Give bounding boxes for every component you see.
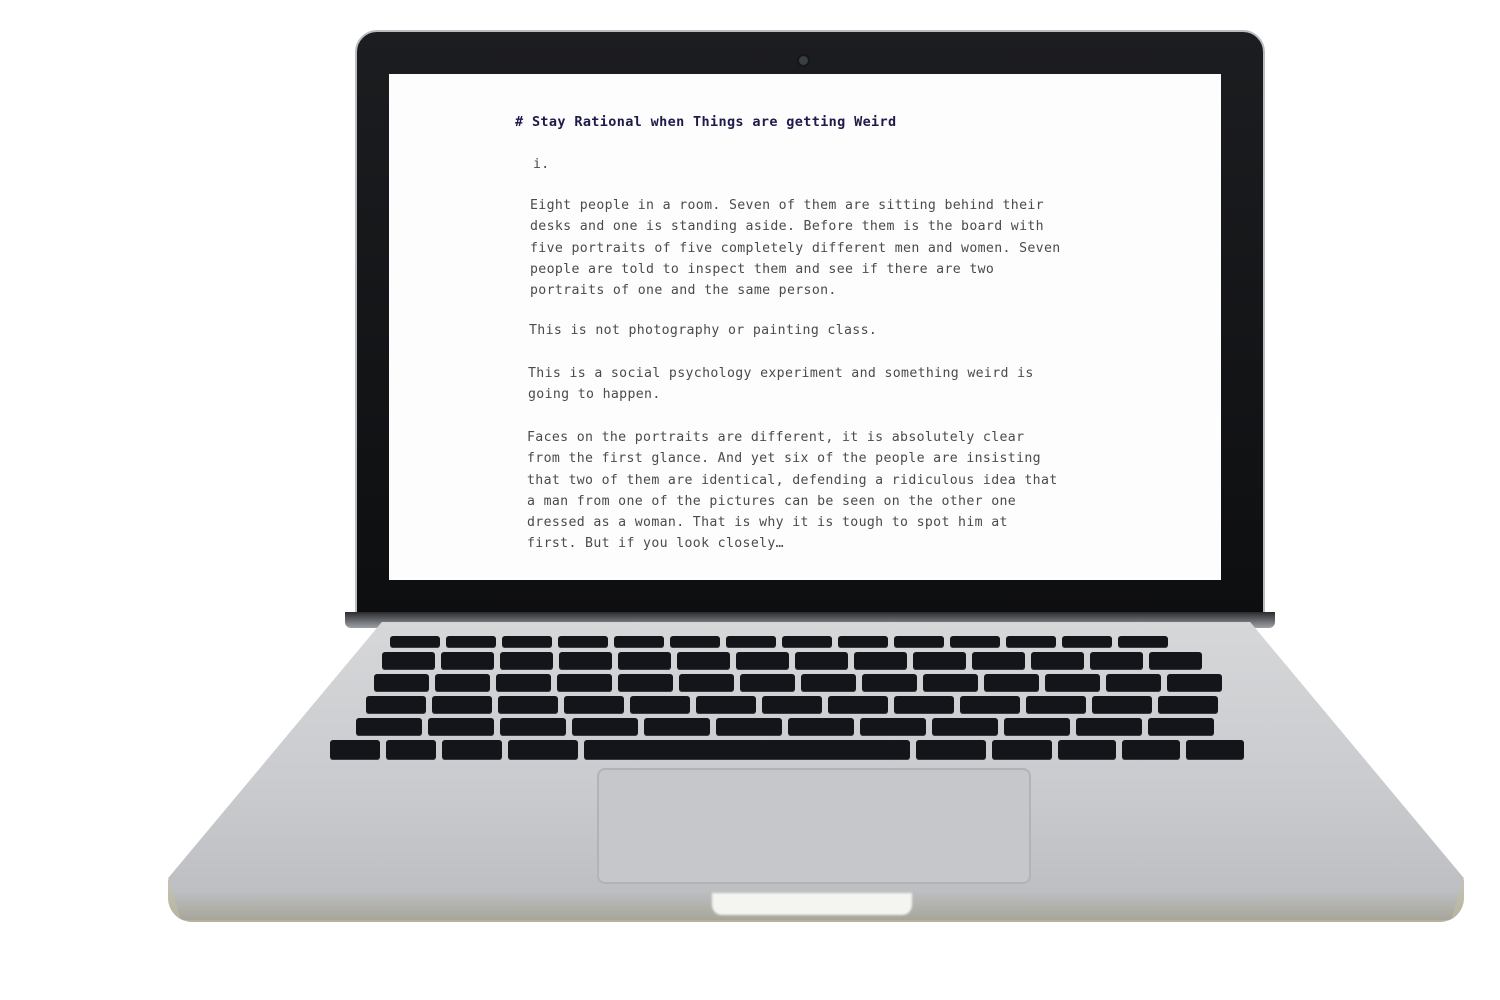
keyboard-key[interactable] [679,674,734,692]
keyboard-key[interactable] [950,636,1000,648]
keyboard-key[interactable] [1092,696,1152,714]
keyboard-key[interactable] [1045,674,1100,692]
keyboard-key[interactable] [500,718,566,736]
keyboard-key[interactable] [1062,636,1112,648]
keyboard-key[interactable] [795,652,848,670]
key-row [390,636,1168,648]
keyboard-key[interactable] [498,696,558,714]
trackpad[interactable] [597,768,1031,884]
keyboard-key[interactable] [670,636,720,648]
keyboard-key[interactable] [726,636,776,648]
keyboard-key[interactable] [894,636,944,648]
keyboard-key[interactable] [559,652,612,670]
keyboard-key[interactable] [696,696,756,714]
keyboard-key[interactable] [992,740,1052,760]
keyboard-key[interactable] [618,652,671,670]
keyboard-key[interactable] [1058,740,1116,760]
key-row [330,740,1244,760]
keyboard[interactable] [330,632,1292,760]
keyboard-key[interactable] [762,696,822,714]
keyboard-key[interactable] [1118,636,1168,648]
paragraph-1: Eight people in a room. Seven of them ar… [530,198,1061,299]
keyboard-key[interactable] [572,718,638,736]
keyboard-key[interactable] [386,740,436,760]
keyboard-key[interactable] [862,674,917,692]
keyboard-key[interactable] [1122,740,1180,760]
keyboard-key[interactable] [382,652,435,670]
keyboard-key[interactable] [1076,718,1142,736]
keyboard-key[interactable] [736,652,789,670]
keyboard-key[interactable] [782,636,832,648]
keyboard-key[interactable] [442,740,502,760]
keyboard-key[interactable] [1106,674,1161,692]
keyboard-key[interactable] [500,652,553,670]
key-row [382,652,1202,670]
keyboard-key[interactable] [1186,740,1244,760]
keyboard-key[interactable] [828,696,888,714]
paragraph-2: This is not photography or painting clas… [529,323,878,338]
keyboard-key[interactable] [618,674,673,692]
keyboard-key[interactable] [502,636,552,648]
key-row [366,696,1218,714]
keyboard-key[interactable] [740,674,795,692]
keyboard-key[interactable] [923,674,978,692]
keyboard-key[interactable] [916,740,986,760]
keyboard-key[interactable] [356,718,422,736]
keyboard-key[interactable] [677,652,730,670]
keyboard-key[interactable] [390,636,440,648]
keyboard-key[interactable] [932,718,998,736]
webcam-icon [799,56,808,65]
keyboard-key[interactable] [913,652,966,670]
keyboard-key[interactable] [614,636,664,648]
keyboard-key[interactable] [644,718,710,736]
keyboard-key[interactable] [374,674,429,692]
keyboard-key[interactable] [446,636,496,648]
keyboard-key[interactable] [564,696,624,714]
keyboard-key[interactable] [788,718,854,736]
keyboard-key[interactable] [441,652,494,670]
paragraph-3: This is a social psychology experiment a… [528,366,1034,403]
keyboard-key[interactable] [860,718,926,736]
keyboard-key[interactable] [508,740,578,760]
keyboard-key[interactable] [1006,636,1056,648]
document-title: # Stay Rational when Things are getting … [515,114,897,130]
keyboard-key[interactable] [838,636,888,648]
keyboard-key[interactable] [435,674,490,692]
key-row [356,718,1214,736]
keyboard-key[interactable] [330,740,380,760]
keyboard-key[interactable] [1031,652,1084,670]
keyboard-key[interactable] [984,674,1039,692]
keyboard-key[interactable] [1148,718,1214,736]
keyboard-key[interactable] [496,674,551,692]
keyboard-key[interactable] [630,696,690,714]
paragraph-4: Faces on the portraits are different, it… [527,430,1058,552]
keyboard-key[interactable] [557,674,612,692]
keyboard-key[interactable] [1090,652,1143,670]
key-row [374,674,1222,692]
keyboard-key[interactable] [1158,696,1218,714]
section-number: i. [533,157,550,172]
keyboard-key[interactable] [558,636,608,648]
keyboard-key[interactable] [801,674,856,692]
keyboard-key[interactable] [366,696,426,714]
keyboard-key[interactable] [854,652,907,670]
keyboard-key[interactable] [960,696,1020,714]
keyboard-key[interactable] [716,718,782,736]
keyboard-key[interactable] [972,652,1025,670]
laptop-screen: # Stay Rational when Things are getting … [389,74,1221,580]
keyboard-key[interactable] [1167,674,1222,692]
keyboard-key[interactable] [1004,718,1070,736]
keyboard-key[interactable] [428,718,494,736]
keyboard-key[interactable] [432,696,492,714]
space-bar[interactable] [584,740,910,760]
keyboard-key[interactable] [1149,652,1202,670]
keyboard-key[interactable] [1026,696,1086,714]
keyboard-key[interactable] [894,696,954,714]
lid-opening-notch [712,893,912,915]
